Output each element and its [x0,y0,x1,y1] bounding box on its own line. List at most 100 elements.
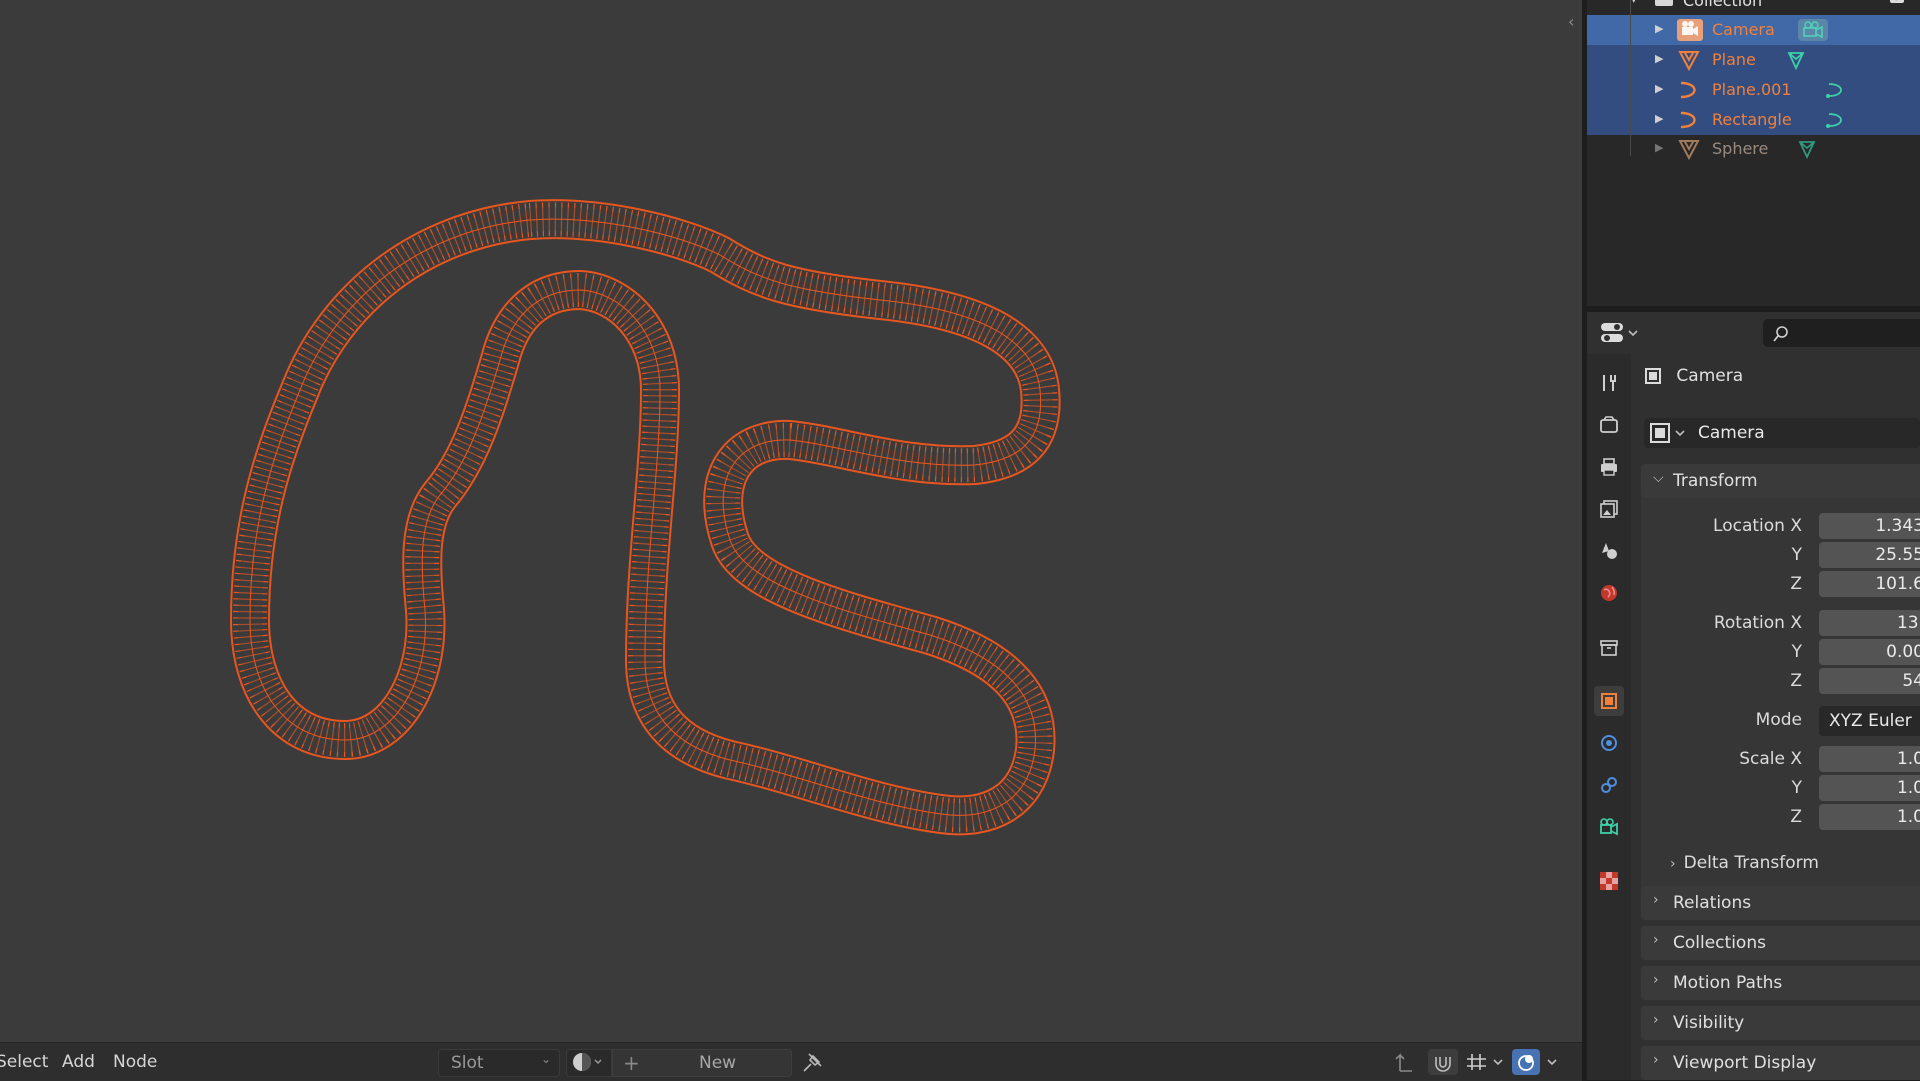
expand-triangle-icon[interactable]: ▶ [1655,141,1663,154]
expand-triangle-icon[interactable]: ▶ [1655,52,1663,65]
snap-grid-dropdown[interactable] [1464,1049,1508,1075]
new-material-button[interactable]: + New [612,1049,792,1077]
location-y-field[interactable]: 25.55 [1819,542,1920,568]
new-label: New [699,1053,737,1073]
transform-panel-header[interactable]: ⌵ Transform [1641,464,1920,498]
object-icon [1645,368,1661,384]
tab-physics[interactable] [1594,728,1624,758]
outliner-item-label: Plane.001 [1712,80,1792,99]
properties-header [1587,312,1920,354]
menu-add[interactable]: Add [62,1052,95,1072]
outliner-item-label: Rectangle [1712,110,1792,129]
outliner-item-rectangle[interactable]: ▶ Rectangle [1587,105,1920,135]
3d-viewport[interactable]: ‹ [0,0,1582,1042]
collapse-sidebar-arrow-icon[interactable]: ‹ [1568,12,1574,31]
relations-panel-header[interactable]: › Relations [1641,886,1920,920]
tab-output[interactable] [1594,452,1624,482]
outliner-collection-row[interactable]: ▾ Collection [1587,0,1920,16]
object-name-field[interactable]: Camera [1644,418,1920,448]
location-x-value: 1.343 [1875,516,1920,536]
object-name-value: Camera [1698,423,1765,443]
tab-constraints[interactable] [1594,770,1624,800]
editor-type-dropdown[interactable] [1599,320,1643,346]
expand-triangle-icon[interactable]: ▶ [1655,22,1663,35]
properties-search-input[interactable] [1763,319,1920,347]
pin-icon[interactable] [800,1051,824,1080]
rotation-z-field[interactable]: 54 [1819,668,1920,694]
tab-texture[interactable] [1594,866,1624,896]
scale-z-value: 1.0 [1896,807,1920,827]
outliner-item-sphere[interactable]: ▶ Sphere [1587,134,1920,164]
curve-object-icon [1677,109,1701,135]
curve-object-icon [1677,79,1701,105]
camera-data-icon[interactable] [1798,19,1828,45]
menu-select[interactable]: Select [0,1052,48,1072]
tool-icon [1603,375,1616,391]
rotation-mode-label: Mode [1755,710,1802,730]
constraint-icon [1601,777,1617,793]
race-track-mesh-wireframe[interactable] [0,0,1582,1042]
parent-arrow-icon[interactable] [1392,1049,1416,1075]
outliner-item-camera[interactable]: ▶ Camera [1587,15,1920,45]
mesh-object-icon [1677,49,1701,75]
printer-icon [1601,458,1617,476]
outliner-item-plane[interactable]: ▶ Plane [1587,45,1920,75]
viewport-display-panel-header[interactable]: › Viewport Display [1641,1046,1920,1080]
plus-icon: + [623,1051,640,1075]
overlays-dropdown[interactable] [1512,1049,1566,1075]
location-y-label: Y [1791,545,1802,565]
chevron-right-icon: › [1653,932,1659,948]
collections-title: Collections [1673,933,1766,953]
scale-x-field[interactable]: 1.0 [1819,746,1920,772]
location-x-field[interactable]: 1.343 [1819,513,1920,539]
tab-world[interactable] [1594,578,1624,608]
world-icon [1601,585,1617,601]
rotation-x-label: Rotation X [1713,613,1802,633]
rotation-mode-dropdown[interactable]: XYZ Euler [1819,706,1920,736]
expand-triangle-icon[interactable]: ▶ [1655,82,1663,95]
mesh-data-icon[interactable] [1785,49,1807,75]
visibility-title: Visibility [1673,1013,1745,1033]
checkbox-icon[interactable] [1889,0,1905,8]
expand-triangle-icon[interactable]: ▶ [1655,112,1663,125]
collection-icon [1653,0,1675,14]
location-z-field[interactable]: 101.6 [1819,571,1920,597]
outliner-item-plane-001[interactable]: ▶ Plane.001 [1587,75,1920,105]
tab-collection[interactable] [1594,632,1624,662]
snap-magnet-icon[interactable] [1428,1049,1458,1075]
transform-title: Transform [1673,471,1758,491]
rotation-y-field[interactable]: 0.00 [1819,639,1920,665]
scale-z-field[interactable]: 1.0 [1819,804,1920,830]
properties-tab-bar [1587,354,1631,1080]
browse-material-button[interactable] [566,1049,612,1077]
tab-object[interactable] [1594,686,1624,716]
rotation-x-value: 13. [1896,613,1920,633]
relations-title: Relations [1673,893,1752,913]
curve-data-icon[interactable] [1823,109,1847,135]
collections-panel-header[interactable]: › Collections [1641,926,1920,960]
tab-view-layer[interactable] [1594,494,1624,524]
node-editor-header: Select Add Node Slot ⌄ + New [0,1042,1582,1081]
viewport-display-title: Viewport Display [1673,1053,1817,1073]
scale-y-field[interactable]: 1.0 [1819,775,1920,801]
motion-paths-panel-header[interactable]: › Motion Paths [1641,966,1920,1000]
menu-node[interactable]: Node [113,1052,157,1072]
tab-scene[interactable] [1594,536,1624,566]
tab-tool[interactable] [1594,368,1624,398]
tab-object-data[interactable] [1594,812,1624,842]
visibility-panel-header[interactable]: › Visibility [1641,1006,1920,1040]
chevron-right-icon: › [1653,892,1659,908]
delta-transform-subpanel[interactable]: › Delta Transform [1670,853,1819,873]
chevron-down-icon: ⌄ [540,1052,551,1066]
outliner[interactable]: ▾ Collection ▶ Camera ▶ Plane ▶ [1587,0,1920,306]
render-icon [1600,416,1618,433]
mesh-data-icon[interactable] [1796,138,1818,164]
rotation-x-field[interactable]: 13. [1819,610,1920,636]
checker-texture-icon [1600,872,1618,890]
object-icon [1601,693,1617,709]
curve-data-icon[interactable] [1823,79,1847,105]
material-slot-dropdown[interactable]: Slot ⌄ [438,1049,560,1077]
scene-icon [1602,543,1617,559]
tab-render[interactable] [1594,410,1624,440]
collapse-triangle-icon[interactable]: ▾ [1631,0,1637,6]
